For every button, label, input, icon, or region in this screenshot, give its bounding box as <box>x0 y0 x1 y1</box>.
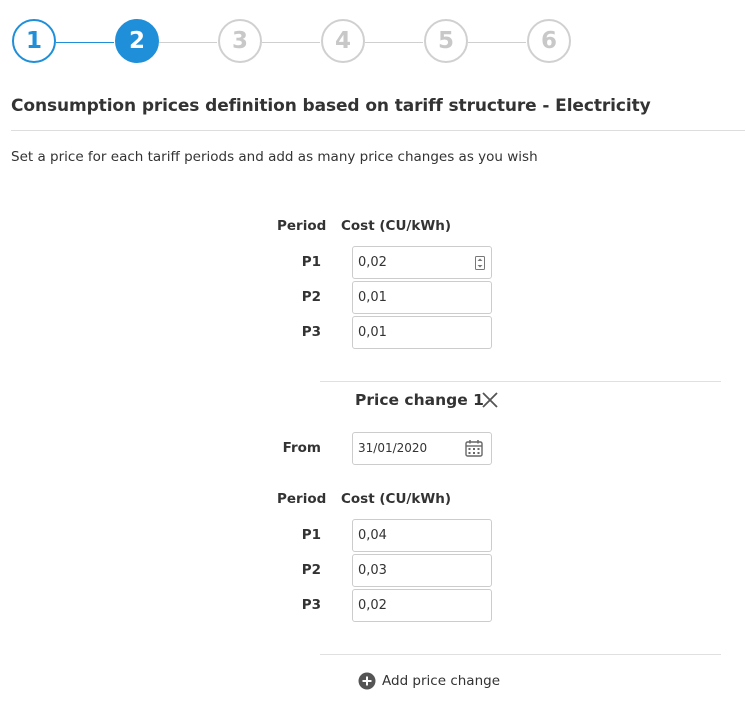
add-price-change-label: Add price change <box>382 673 500 689</box>
change-period-label-p2: P2 <box>301 562 321 578</box>
add-divider <box>320 654 721 655</box>
title-divider <box>11 130 745 131</box>
step-connector-2 <box>159 42 217 43</box>
add-price-change-button[interactable]: Add price change <box>358 670 500 692</box>
change-price-p1-value: 0,04 <box>358 528 387 543</box>
wizard-stepper: 1 2 3 4 5 6 <box>0 0 746 86</box>
page-title: Consumption prices definition based on t… <box>11 96 651 116</box>
base-price-p3-input[interactable]: 0,01 <box>352 316 492 349</box>
change-period-label-p3: P3 <box>301 597 321 613</box>
page-subtitle: Set a price for each tariff periods and … <box>11 149 538 165</box>
change-price-p3-value: 0,02 <box>358 598 387 613</box>
step-6[interactable]: 6 <box>527 19 571 63</box>
base-price-p3-value: 0,01 <box>358 325 387 340</box>
step-3[interactable]: 3 <box>218 19 262 63</box>
change-price-p1-input[interactable]: 0,04 <box>352 519 492 552</box>
period-label-p3: P3 <box>301 324 321 340</box>
plus-circle-icon <box>358 672 376 690</box>
step-connector-4 <box>365 42 423 43</box>
step-1[interactable]: 1 <box>12 19 56 63</box>
change-price-p3-input[interactable]: 0,02 <box>352 589 492 622</box>
period-header: Period <box>277 218 327 234</box>
step-connector-5 <box>468 42 526 43</box>
change-price-p2-input[interactable]: 0,03 <box>352 554 492 587</box>
price-change-title: Price change 1 <box>355 391 484 409</box>
step-2[interactable]: 2 <box>115 19 159 63</box>
step-5[interactable]: 5 <box>424 19 468 63</box>
change-period-label-p1: P1 <box>301 527 321 543</box>
price-change-divider <box>320 381 721 382</box>
from-date-value: 31/01/2020 <box>358 441 428 455</box>
change-price-p2-value: 0,03 <box>358 563 387 578</box>
step-connector-1 <box>56 42 114 43</box>
base-price-p1-value: 0,02 <box>358 255 387 270</box>
number-spinner-icon[interactable] <box>475 256 485 270</box>
change-cost-header: Cost (CU/kWh) <box>341 491 451 507</box>
period-label-p2: P2 <box>301 289 321 305</box>
base-price-p2-input[interactable]: 0,01 <box>352 281 492 314</box>
change-period-header: Period <box>277 491 327 507</box>
step-connector-3 <box>262 42 320 43</box>
from-date-input[interactable]: 31/01/2020 <box>352 432 492 465</box>
base-price-p1-input[interactable]: 0,02 <box>352 246 492 279</box>
period-label-p1: P1 <box>301 254 321 270</box>
from-label: From <box>282 440 321 456</box>
close-icon[interactable] <box>481 391 499 409</box>
step-4[interactable]: 4 <box>321 19 365 63</box>
cost-header: Cost (CU/kWh) <box>341 218 451 234</box>
calendar-icon[interactable] <box>465 439 483 457</box>
base-price-p2-value: 0,01 <box>358 290 387 305</box>
